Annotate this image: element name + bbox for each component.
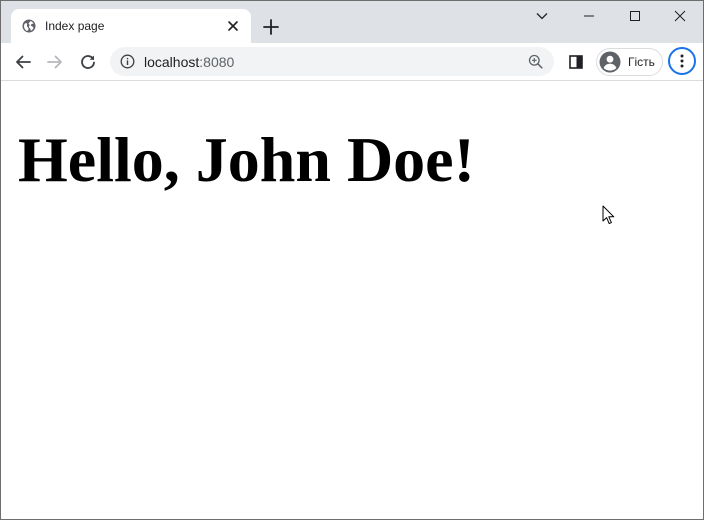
page-viewport: Hello, John Doe! <box>1 81 703 519</box>
globe-icon <box>22 19 36 33</box>
window-close-button[interactable] <box>657 1 703 31</box>
arrow-right-icon <box>47 55 62 69</box>
side-panel-icon <box>569 55 583 69</box>
reload-icon <box>81 55 95 69</box>
tab-search-button[interactable] <box>519 1 565 31</box>
minimize-button[interactable] <box>566 1 612 31</box>
person-icon <box>599 51 621 73</box>
tab-index-page[interactable]: Index page <box>11 9 251 43</box>
side-panel-button[interactable] <box>563 49 589 75</box>
kebab-menu-icon <box>680 54 684 68</box>
address-url: localhost:8080 <box>144 54 234 70</box>
address-bar[interactable]: localhost:8080 <box>110 47 554 76</box>
tab-strip: Index page <box>1 1 703 43</box>
browser-window: Index page localhost:8080 Гість Hello, J… <box>0 0 704 520</box>
url-host: localhost <box>144 54 200 70</box>
close-icon <box>674 10 686 22</box>
tab-title: Index page <box>45 19 105 33</box>
maximize-button[interactable] <box>612 1 658 31</box>
browser-menu-button[interactable] <box>668 47 696 75</box>
reload-button[interactable] <box>75 49 101 75</box>
maximize-icon <box>630 11 640 21</box>
close-icon[interactable] <box>226 19 240 33</box>
profile-button[interactable]: Гість <box>596 48 663 76</box>
toolbar: localhost:8080 Гість <box>1 43 703 81</box>
minimize-icon <box>584 15 594 17</box>
plus-icon[interactable] <box>259 15 283 39</box>
url-port: :8080 <box>199 54 235 70</box>
arrow-left-icon <box>16 55 31 69</box>
forward-button[interactable] <box>42 49 68 75</box>
zoom-in-icon[interactable] <box>528 54 543 69</box>
mouse-cursor-icon <box>602 205 615 225</box>
page-heading: Hello, John Doe! <box>18 124 475 195</box>
chevron-down-icon <box>536 13 548 20</box>
profile-label: Гість <box>628 55 655 69</box>
back-button[interactable] <box>10 49 36 75</box>
info-icon[interactable] <box>120 54 135 69</box>
